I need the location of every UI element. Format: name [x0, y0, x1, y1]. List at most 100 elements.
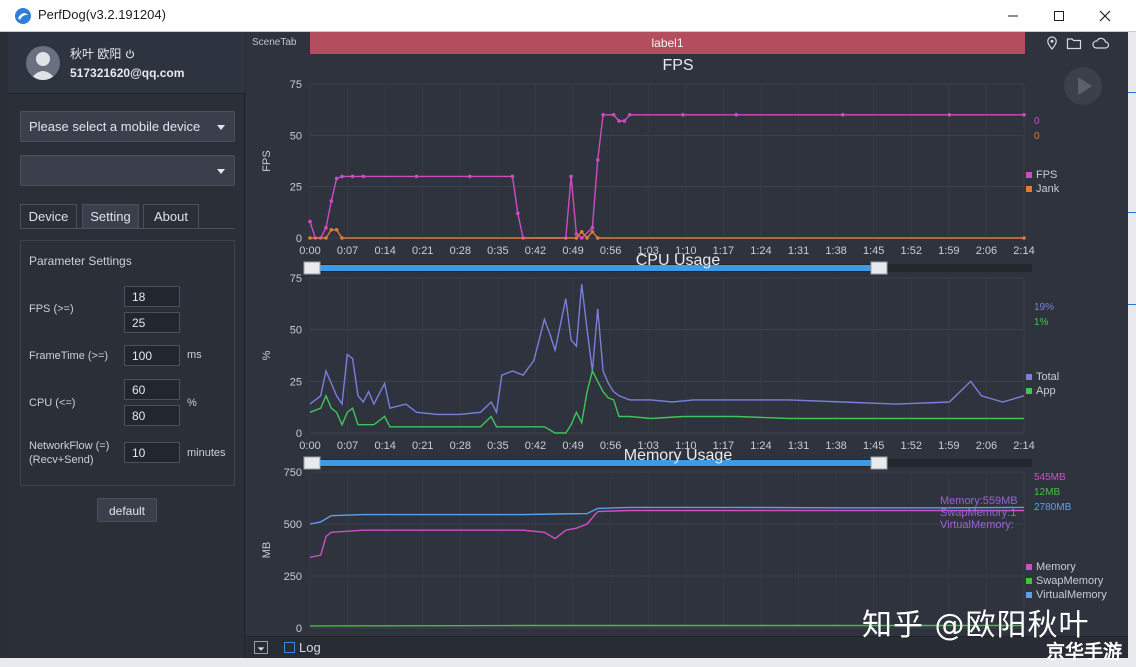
legend-label: Memory — [1036, 561, 1076, 573]
parameter-settings-panel: Parameter Settings FPS (>=) 18 25 FrameT… — [20, 240, 235, 486]
series-line-total — [309, 284, 1025, 416]
time-slider-left-handle — [303, 261, 321, 275]
close-icon — [1099, 10, 1111, 22]
cpu-unit: % — [187, 397, 197, 409]
user-name: 秋叶 欧阳 — [70, 45, 135, 62]
title-bar[interactable]: PerfDog(v3.2.191204) — [0, 0, 1136, 32]
app-select[interactable] — [20, 155, 235, 186]
fps-threshold-2-input[interactable]: 25 — [124, 312, 180, 333]
x-tick-label: 0:42 — [525, 245, 546, 257]
legend-label: FPS — [1036, 169, 1057, 181]
data-point — [350, 174, 355, 179]
chart-title: FPS — [662, 57, 693, 74]
x-tick-label: 1:24 — [750, 440, 771, 452]
time-slider-left-handle — [303, 456, 321, 470]
scene-tab[interactable]: SceneTab — [246, 32, 310, 54]
data-point — [340, 236, 344, 240]
log-checkbox[interactable] — [284, 642, 295, 653]
chart-ylabel: % — [261, 350, 273, 360]
memory-header-label: Memory:559MB — [940, 495, 1018, 507]
legend-swatch — [1026, 592, 1032, 598]
y-tick-label: 25 — [290, 376, 302, 388]
charts-area: FPS FPS 0 25 50 75 0:00 0:07 0:14 0:21 0:28 0:35 0:4… — [261, 57, 1107, 636]
data-point — [595, 236, 600, 240]
frametime-label: FrameTime (>=) — [29, 350, 109, 362]
cpu-threshold-1-input[interactable]: 60 — [124, 379, 180, 400]
fps-threshold-1-input[interactable]: 18 — [124, 286, 180, 307]
time-slider-right-handle — [870, 261, 888, 275]
data-point — [468, 174, 472, 179]
parameter-settings-title: Parameter Settings — [29, 254, 132, 268]
x-tick-label: 1:31 — [788, 245, 809, 257]
data-point — [361, 174, 366, 179]
x-tick-label: 0:42 — [525, 440, 546, 452]
legend-swatch — [1026, 388, 1032, 394]
x-tick-label: 0:28 — [450, 245, 471, 257]
network-label: NetworkFlow (=) — [29, 440, 110, 452]
tab-setting[interactable]: Setting — [82, 204, 139, 228]
minimize-button[interactable] — [990, 0, 1036, 32]
x-tick-label: 0:35 — [487, 440, 508, 452]
label-bar[interactable]: label1 — [310, 32, 1025, 54]
x-tick-label: 1:38 — [825, 440, 846, 452]
legend-label: Jank — [1036, 183, 1060, 195]
x-tick-label: 0:07 — [337, 245, 358, 257]
x-tick-label: 1:45 — [863, 245, 884, 257]
chart-title: CPU Usage — [636, 252, 721, 269]
tab-about[interactable]: About — [143, 204, 199, 228]
avatar[interactable] — [26, 46, 60, 80]
x-tick-label: 1:52 — [901, 440, 922, 452]
watermark-secondary: 京华手游 — [1046, 641, 1123, 663]
maximize-button[interactable] — [1036, 0, 1082, 32]
legend-label: SwapMemory — [1036, 575, 1104, 587]
device-select[interactable]: Please select a mobile device — [20, 111, 235, 142]
expand-button[interactable] — [254, 641, 268, 654]
y-tick-label: 50 — [290, 130, 302, 142]
x-tick-label: 2:14 — [1013, 245, 1034, 257]
cpu-threshold-2-input[interactable]: 80 — [124, 405, 180, 426]
data-point — [585, 236, 589, 240]
data-point — [329, 199, 334, 203]
close-button[interactable] — [1082, 0, 1128, 32]
data-point — [601, 113, 605, 117]
y-tick-label: 25 — [290, 182, 302, 194]
data-point — [622, 119, 627, 123]
perfdog-logo-icon — [15, 8, 31, 24]
data-point — [574, 236, 579, 240]
frametime-input[interactable]: 100 — [124, 345, 180, 366]
x-tick-label: 2:06 — [976, 440, 997, 452]
window-bottom-frame — [0, 658, 1128, 667]
sidebar: 秋叶 欧阳 517321620@qq.com Please select a m… — [8, 32, 245, 658]
cloud-icon[interactable] — [1091, 36, 1110, 50]
power-icon[interactable] — [125, 49, 135, 59]
maximize-icon — [1054, 11, 1064, 21]
x-tick-label: 0:35 — [487, 245, 508, 257]
background-window-edge — [1128, 32, 1136, 667]
data-point — [324, 225, 328, 230]
default-button[interactable]: default — [97, 498, 157, 522]
tab-device[interactable]: Device — [20, 204, 77, 228]
x-tick-label: 1:52 — [901, 245, 922, 257]
chart-title: Memory Usage — [624, 447, 733, 464]
x-tick-label: 1:59 — [938, 245, 959, 257]
user-panel: 秋叶 欧阳 517321620@qq.com — [8, 32, 245, 94]
location-pin-icon[interactable] — [1044, 36, 1060, 50]
series-value-label: 0 — [1034, 116, 1040, 127]
x-tick-label: 0:49 — [562, 440, 583, 452]
chart-ylabel: FPS — [261, 150, 273, 171]
folder-icon[interactable] — [1066, 36, 1082, 50]
y-tick-label: 75 — [290, 273, 302, 285]
data-point — [617, 119, 621, 123]
minimize-icon — [1008, 15, 1018, 17]
time-slider-right-handle — [870, 456, 888, 470]
x-tick-label: 0:14 — [374, 245, 395, 257]
network-minutes-input[interactable]: 10 — [124, 442, 180, 463]
legend-swatch — [1026, 564, 1032, 570]
user-avatar-icon — [30, 52, 56, 80]
data-point — [841, 113, 845, 117]
play-button[interactable] — [1064, 67, 1102, 105]
data-point — [681, 113, 685, 117]
legend-swatch — [1026, 374, 1032, 380]
log-label: Log — [299, 640, 321, 655]
y-tick-label: 50 — [290, 325, 302, 337]
